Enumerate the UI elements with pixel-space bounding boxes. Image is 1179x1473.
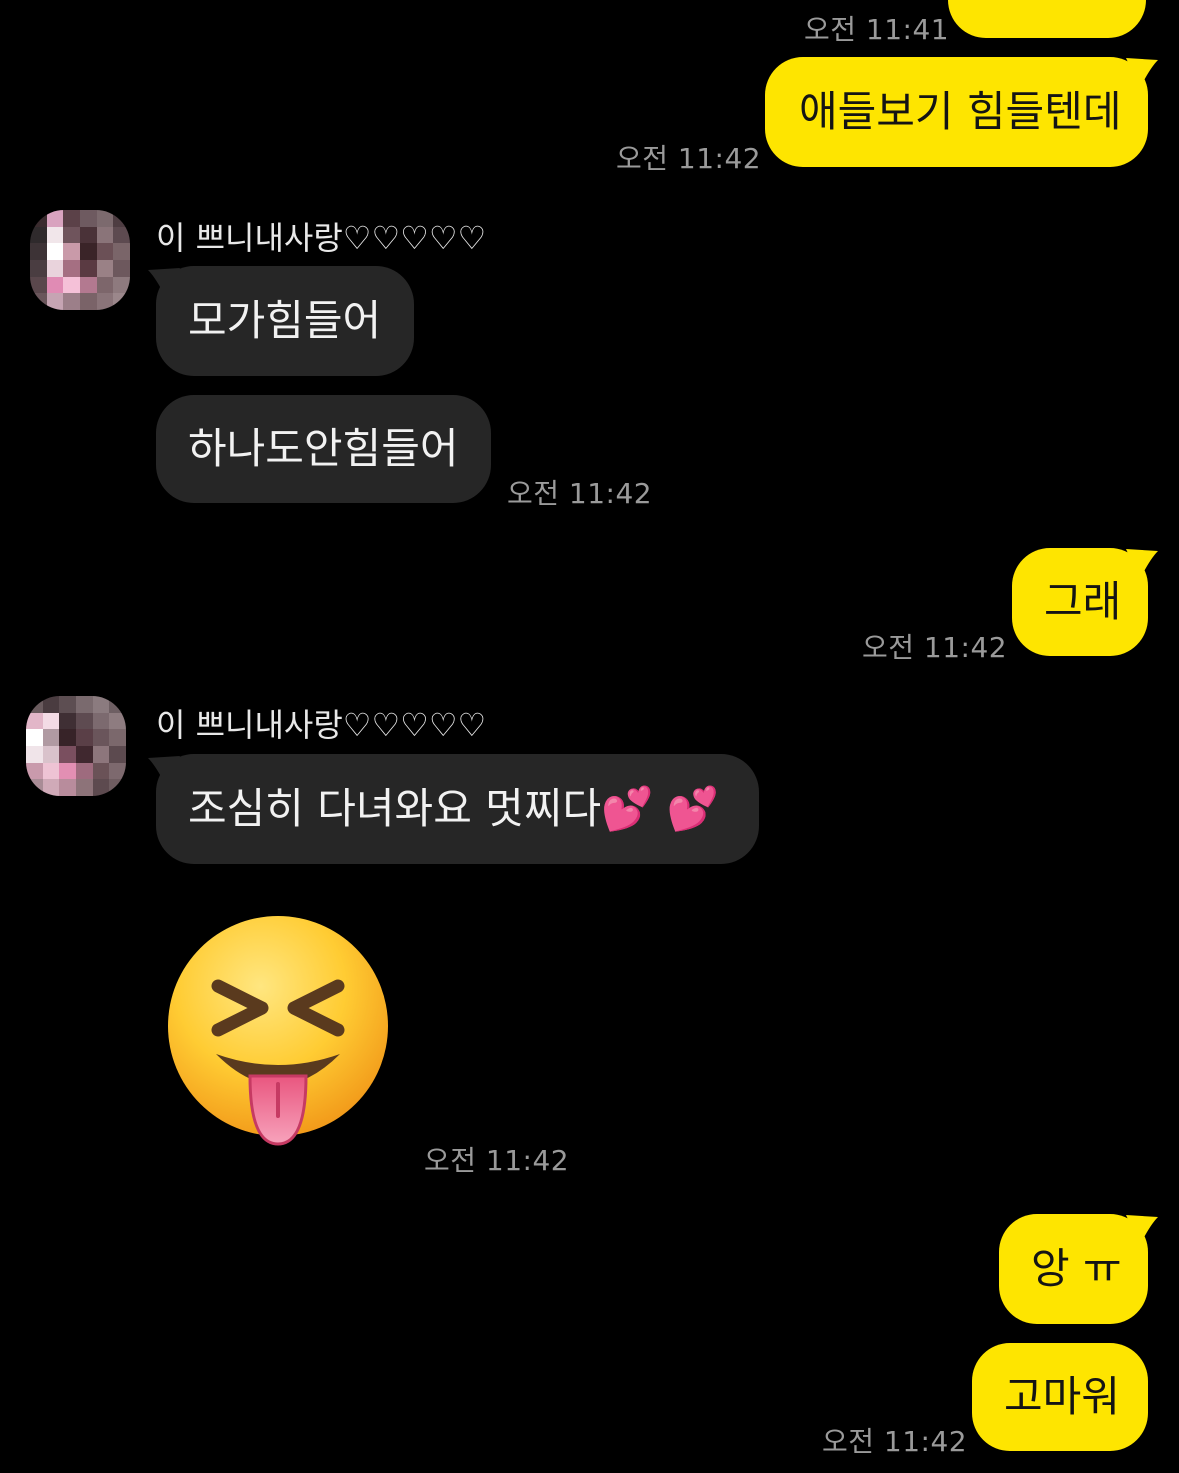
message-text: 앙 ㅠ bbox=[1031, 1244, 1122, 1293]
partner-avatar[interactable] bbox=[26, 696, 126, 796]
message-text: 모가힘들어 bbox=[188, 296, 382, 345]
message-timestamp: 오전 11:42 bbox=[616, 142, 762, 175]
message-text: 애들보기 힘들텐데 bbox=[799, 87, 1122, 136]
partner-message-bubble[interactable]: 하나도안힘들어 bbox=[156, 395, 491, 503]
message-text: 조심히 다녀와요 멋찌다💕 💕 bbox=[188, 784, 720, 833]
message-timestamp: 오전 11:42 bbox=[822, 1425, 968, 1458]
message-timestamp: 오전 11:42 bbox=[424, 1144, 570, 1177]
bubble-tail bbox=[1126, 549, 1158, 579]
partner-avatar[interactable] bbox=[30, 210, 130, 310]
partner-name: 이 쁘니내사랑♡♡♡♡♡ bbox=[156, 706, 487, 744]
partner-message-bubble[interactable]: 모가힘들어 bbox=[156, 266, 414, 376]
my-message-bubble[interactable]: 고마워 bbox=[972, 1343, 1148, 1451]
message-text: 그래 bbox=[1044, 577, 1122, 626]
my-message-bubble[interactable] bbox=[948, 0, 1146, 38]
bubble-tail bbox=[148, 756, 180, 786]
message-timestamp: 오전 11:42 bbox=[862, 631, 1008, 664]
bubble-tail bbox=[148, 268, 180, 298]
message-timestamp: 오전 11:42 bbox=[507, 477, 653, 510]
message-text: 하나도안힘들어 bbox=[188, 424, 459, 473]
my-message-bubble[interactable]: 애들보기 힘들텐데 bbox=[765, 57, 1148, 167]
bubble-tail bbox=[1126, 58, 1158, 88]
bubble-tail bbox=[1126, 1215, 1158, 1245]
partner-name: 이 쁘니내사랑♡♡♡♡♡ bbox=[156, 219, 487, 257]
chat-screen: 오전 11:41 애들보기 힘들텐데 오전 11:42 이 쁘니내사랑♡♡♡♡♡… bbox=[0, 0, 1179, 1473]
message-text: 고마워 bbox=[1004, 1372, 1120, 1421]
squinting-face-with-tongue-emoji[interactable] bbox=[166, 916, 394, 1146]
message-timestamp: 오전 11:41 bbox=[804, 13, 950, 46]
partner-message-bubble[interactable]: 조심히 다녀와요 멋찌다💕 💕 bbox=[156, 754, 759, 864]
